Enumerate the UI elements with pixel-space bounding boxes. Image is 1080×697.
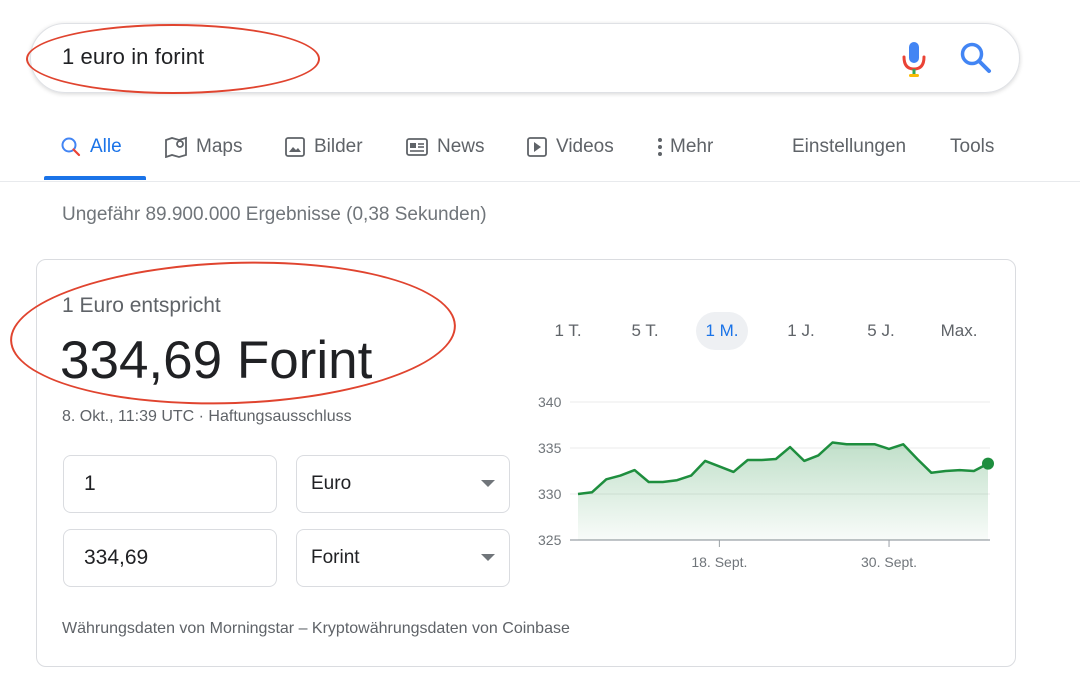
tab-label: Videos: [556, 136, 614, 157]
active-tab-indicator: [44, 176, 146, 180]
tab-news[interactable]: News: [405, 133, 485, 161]
range-1-month[interactable]: 1 M.: [696, 312, 748, 350]
dropdown-arrow-icon: [481, 554, 495, 561]
play-icon: [527, 137, 547, 157]
x-tick-label: 18. Sept.: [691, 554, 747, 570]
data-source-note: Währungsdaten von Morningstar – Kryptowä…: [62, 620, 570, 637]
chart-area: [578, 442, 988, 540]
tab-label: Bilder: [314, 136, 363, 157]
range-5-years[interactable]: 5 J.: [858, 312, 904, 350]
result-stats: Ungefähr 89.900.000 Ergebnisse (0,38 Sek…: [62, 204, 487, 225]
dropdown-arrow-icon: [481, 480, 495, 487]
to-currency-select[interactable]: Forint: [296, 529, 510, 587]
settings-link[interactable]: Einstellungen: [792, 133, 906, 161]
tab-all[interactable]: Alle: [60, 133, 122, 161]
range-1-day[interactable]: 1 T.: [544, 312, 592, 350]
tab-images[interactable]: Bilder: [284, 133, 363, 161]
news-icon: [406, 138, 428, 156]
exchange-rate-chart[interactable]: 340 335 330 325 18. Sept. 30. Sept.: [520, 385, 1000, 585]
y-tick-label: 325: [538, 532, 562, 548]
search-icon: [61, 137, 81, 157]
more-vert-icon: [658, 138, 662, 156]
tab-maps[interactable]: Maps: [164, 133, 242, 161]
tab-label: Maps: [196, 136, 243, 157]
to-currency-value: Forint: [311, 547, 360, 568]
search-icon[interactable]: [958, 40, 994, 76]
tab-more[interactable]: Mehr: [654, 133, 713, 161]
annotation-ellipse-query: [26, 24, 320, 94]
divider: [0, 181, 1080, 182]
range-1-year[interactable]: 1 J.: [778, 312, 824, 350]
map-icon: [165, 136, 187, 158]
from-amount-input[interactable]: 1: [63, 455, 277, 513]
current-value-marker: [982, 457, 994, 470]
tools-link[interactable]: Tools: [950, 133, 994, 161]
from-currency-value: Euro: [311, 473, 352, 494]
x-tick-label: 30. Sept.: [861, 554, 917, 570]
range-max[interactable]: Max.: [934, 312, 984, 350]
tab-videos[interactable]: Videos: [526, 133, 614, 161]
y-tick-label: 340: [538, 394, 562, 410]
tab-label: Alle: [90, 136, 122, 157]
tab-label: Mehr: [670, 136, 714, 157]
timestamp-disclaimer[interactable]: 8. Okt., 11:39 UTC · Haftungsausschluss: [62, 408, 352, 426]
tab-label: News: [437, 136, 485, 157]
from-currency-select[interactable]: Euro: [296, 455, 510, 513]
image-icon: [285, 137, 305, 157]
range-5-days[interactable]: 5 T.: [620, 312, 670, 350]
microphone-icon[interactable]: [900, 40, 928, 80]
y-tick-label: 335: [538, 440, 562, 456]
y-tick-label: 330: [538, 486, 562, 502]
to-amount-input[interactable]: 334,69: [63, 529, 277, 587]
